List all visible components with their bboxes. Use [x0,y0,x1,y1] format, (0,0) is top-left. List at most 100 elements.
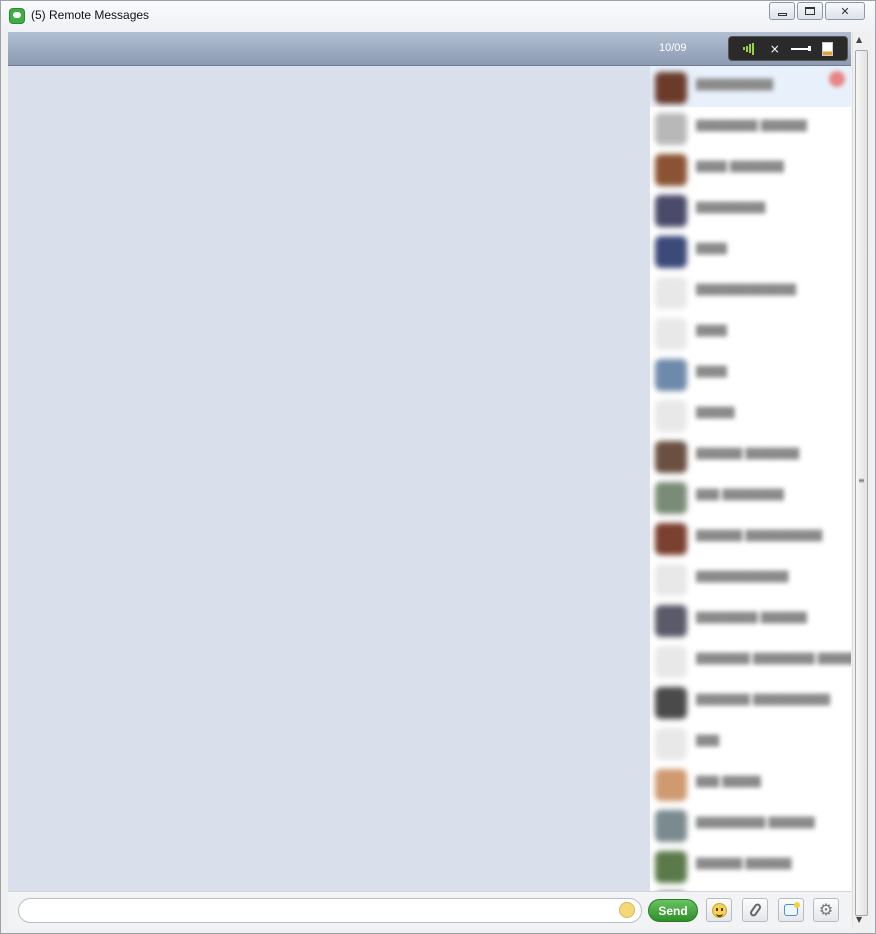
paperclip-icon [748,902,762,918]
settings-button[interactable]: ⚙ [813,898,839,922]
avatar [655,851,687,883]
contact-name: ███ █████ [696,777,761,788]
scroll-thumb[interactable]: ≡ [855,50,868,916]
contact-row[interactable]: ████ [650,353,851,394]
contact-row[interactable]: ███████ ████████ ███████ [650,640,851,681]
contact-name: ████████ ██████ [696,121,807,132]
contact-name: ███ ████████ [696,490,784,501]
contact-name: ██████████ [696,80,773,91]
contact-row[interactable]: ██████████ [650,66,851,107]
contact-list[interactable]: ██████████ ████████ ██████ ████ ███████ ███… [650,66,851,891]
inline-emoji-icon[interactable] [619,902,635,918]
contact-row[interactable]: █████████ [650,189,851,230]
contact-row[interactable]: ███ █████ [650,763,851,804]
signal-strength-icon[interactable] [738,40,758,58]
contact-row[interactable]: ████ [650,312,851,353]
panel-glyph [822,41,834,56]
avatar [655,359,687,391]
contact-name: ███ [696,736,720,747]
contact-row[interactable]: █████████████ [650,271,851,312]
close-icon: ✕ [840,4,850,18]
contact-name: ████ ███████ [696,162,784,173]
avatar [655,728,687,760]
minimize-icon [777,12,787,16]
unread-badge [829,71,845,87]
scroll-down-arrow-icon[interactable]: ▼ [856,915,862,924]
contact-name: ███████ ████████ ███████ [696,654,851,665]
message-input[interactable] [18,898,642,923]
contact-row[interactable]: ███ [650,722,851,763]
header-bar: 10/09 × [8,32,851,66]
contact-name: ██████ ██████ [696,859,792,870]
avatar [655,605,687,637]
contact-row[interactable]: █████████ ██████ [650,804,851,845]
send-button[interactable]: Send [648,899,698,922]
contact-name: ████ [696,367,727,378]
conversation-pane[interactable] [8,66,650,891]
window-title: (5) Remote Messages [31,8,150,22]
avatar [655,564,687,596]
minimize-button[interactable] [769,2,795,20]
thumb-grip-icon: ≡ [858,476,865,485]
gear-icon: ⚙ [818,900,834,919]
avatar [655,646,687,678]
avatar [655,72,687,104]
avatar [655,195,687,227]
header-toolbar: × [728,36,848,61]
contact-row[interactable]: █████ [650,394,851,435]
attach-button[interactable] [742,898,768,922]
contact-row[interactable]: ███ ████████ [650,476,851,517]
contact-name: ████████████ [696,572,789,583]
avatar [655,523,687,555]
contact-row[interactable]: ████ ███████ [650,148,851,189]
sidebar-toggle-icon[interactable] [818,40,838,58]
avatar [655,482,687,514]
emoji-button[interactable] [706,898,732,922]
contact-row[interactable]: ████████████ [650,558,851,599]
contact-row[interactable]: ████████ ██████ [650,107,851,148]
avatar [655,236,687,268]
close-conversation-icon[interactable]: × [765,40,785,58]
contact-row[interactable]: ██████ ██████ [650,845,851,886]
close-window-button[interactable]: ✕ [825,2,865,20]
sms-bubble-button[interactable] [778,898,804,922]
scrollbar[interactable]: ▲ ≡ ▼ [852,32,870,927]
contact-row[interactable]: ███████ ██████████ [650,681,851,722]
signal-bars [738,40,758,58]
avatar [655,769,687,801]
contact-name: ██████ ███████ [696,449,800,460]
maximize-icon [805,7,815,15]
avatar [655,441,687,473]
contact-name: ███████ ██████████ [696,695,830,706]
contact-row[interactable]: ████ [650,230,851,271]
messages-app-icon [9,8,25,24]
contact-name: ████ [696,244,727,255]
app-window: (5) Remote Messages ✕ 10/09 × ██████████… [0,0,876,934]
window-controls: ✕ [769,2,865,20]
smiley-icon [711,902,727,918]
avatar [655,400,687,432]
contact-name: █████████ [696,203,766,214]
contact-row[interactable]: ████████ ██████ [650,599,851,640]
contact-name: ████ [696,326,727,337]
maximize-button[interactable] [797,2,823,20]
contact-row[interactable]: ██████ ███████ [650,435,851,476]
avatar [655,810,687,842]
contact-row[interactable]: ██████ ██████████ [650,517,851,558]
speech-bubble-icon [784,902,800,916]
filter-glyph [791,40,812,58]
scroll-up-arrow-icon[interactable]: ▲ [856,35,862,44]
title-bar[interactable]: (5) Remote Messages ✕ [1,1,875,31]
avatar [655,113,687,145]
contact-name: █████████ ██████ [696,818,815,829]
filter-icon[interactable] [791,40,812,58]
contact-name: ████████ ██████ [696,613,807,624]
contact-name: █████ [696,408,735,419]
avatar [655,154,687,186]
avatar [655,318,687,350]
date-label: 10/09 [659,42,687,54]
avatar [655,687,687,719]
avatar [655,277,687,309]
composer-bar: Send ⚙ [8,891,851,929]
contact-name: ██████ ██████████ [696,531,823,542]
